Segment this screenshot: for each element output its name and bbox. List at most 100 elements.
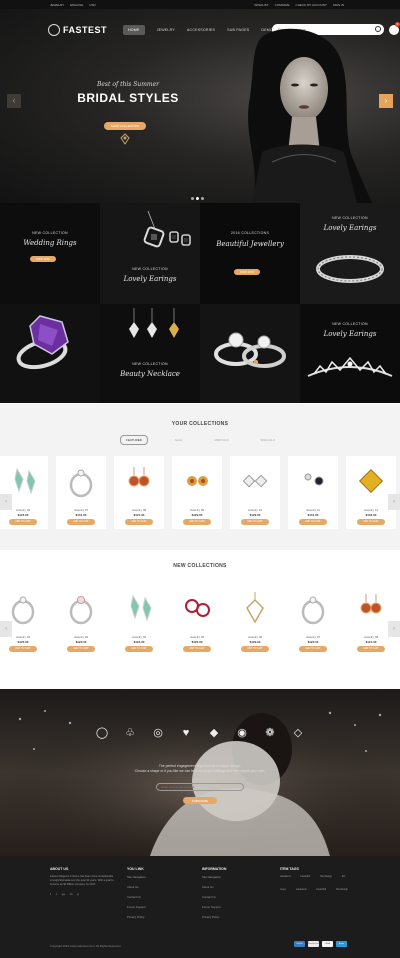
add-to-cart-button[interactable]: ADD TO CART	[67, 646, 95, 652]
product-image[interactable]	[351, 588, 391, 628]
product-image[interactable]	[293, 588, 333, 628]
hero-prev-arrow-icon[interactable]: ‹	[7, 94, 21, 108]
banner-beauty-necklace[interactable]: NEW COLLECTION Beauty Necklace	[100, 304, 200, 403]
diamond-stone-icon[interactable]: ◆	[207, 726, 221, 740]
product-card[interactable]: Jewelry 07 $131.00 ADD TO CART	[56, 456, 106, 529]
product-name[interactable]: Jewelry 04	[114, 635, 164, 639]
google-plus-icon[interactable]: g+	[62, 892, 65, 896]
product-card[interactable]: Jewelry 05 $120.00 ADD TO CART	[172, 583, 222, 656]
product-card[interactable]: Jewelry 11 $131.00 ADD TO CART	[288, 456, 338, 529]
add-to-cart-button[interactable]: ADD TO CART	[241, 646, 269, 652]
product-name[interactable]: Jewelry 07	[56, 508, 106, 512]
tag-link[interactable]: beautiful	[316, 888, 326, 891]
signin-link[interactable]: SIGN IN	[333, 3, 344, 7]
banner-wedding-rings[interactable]: NEW COLLECTION Wedding Rings SHOP NOW	[0, 203, 100, 304]
banner-beautiful-jewellery[interactable]: 2016 COLLECTIONS Beautiful Jewellery SHO…	[200, 203, 300, 304]
compare-link[interactable]: COMPARE	[275, 3, 290, 7]
tab-sale[interactable]: SALE	[170, 436, 188, 444]
product-image[interactable]	[293, 461, 333, 501]
account-link[interactable]: CHECK MY ACCOUNT	[296, 3, 327, 7]
shop-now-button[interactable]: SHOP NOW	[234, 269, 260, 275]
pinterest-icon[interactable]: p	[77, 892, 79, 896]
footer-link[interactable]: Privacy Policy	[202, 915, 226, 919]
add-to-cart-button[interactable]: ADD TO CART	[357, 646, 385, 652]
product-name[interactable]: Jewelry 02	[56, 635, 106, 639]
hero-dot[interactable]	[191, 197, 194, 200]
banner-lovely-earings-1[interactable]: NEW COLLECTION Lovely Earings	[300, 203, 400, 304]
tab-specials[interactable]: SPECIALS	[255, 436, 280, 444]
product-image[interactable]	[61, 461, 101, 501]
search-icon[interactable]	[375, 26, 381, 32]
tag-link[interactable]: flat design	[336, 888, 348, 891]
add-to-cart-button[interactable]: ADD TO CART	[9, 646, 37, 652]
product-name[interactable]: Jewelry 08	[114, 508, 164, 512]
product-card[interactable]: Jewelry 02 $120.00 ADD TO CART	[56, 583, 106, 656]
product-name[interactable]: Jewelry 09	[172, 508, 222, 512]
product-card[interactable]: Jewelry 04 $124.00 ADD TO CART	[0, 456, 48, 529]
email-field[interactable]	[156, 783, 244, 791]
product-image[interactable]	[119, 461, 159, 501]
add-to-cart-button[interactable]: ADD TO CART	[9, 519, 37, 525]
banner-amethyst-ring[interactable]	[0, 304, 100, 403]
banner-pendants[interactable]: NEW COLLECTION Lovely Earings	[100, 203, 200, 304]
product-image[interactable]	[177, 588, 217, 628]
product-card[interactable]: Jewelry 07 $120.00 ADD TO CART	[288, 583, 338, 656]
product-image[interactable]	[119, 588, 159, 628]
ring-stone-icon[interactable]: ◉	[235, 726, 249, 740]
heart-stone-icon[interactable]: ♥	[179, 726, 193, 740]
wishlist-link[interactable]: WISHLIST	[254, 3, 268, 7]
currency-select[interactable]: JEWELRY	[50, 3, 64, 7]
footer-link[interactable]: About Us	[202, 885, 226, 889]
linkedin-icon[interactable]: in	[70, 892, 72, 896]
tab-arrivals[interactable]: ARRIVALS	[209, 436, 234, 444]
tag-link[interactable]: beautiful	[300, 875, 310, 878]
product-image[interactable]	[235, 461, 275, 501]
add-to-cart-button[interactable]: ADD TO CART	[241, 519, 269, 525]
collections-next-arrow-icon[interactable]: ›	[388, 494, 400, 510]
product-card[interactable]: Jewelry 04 $124.00 ADD TO CART	[114, 583, 164, 656]
logo[interactable]: FASTEST	[48, 24, 107, 36]
ring-shape-icon[interactable]: ◯	[95, 726, 109, 740]
shop-collection-button[interactable]: SHOP COLLECTION	[104, 122, 146, 130]
product-image[interactable]	[177, 461, 217, 501]
banner-diamond-rings[interactable]	[200, 304, 300, 403]
product-name[interactable]: Jewelry 06	[230, 635, 280, 639]
product-card[interactable]: Jewelry 09 $129.00 ADD TO CART	[172, 456, 222, 529]
footer-link[interactable]: Site Navigation	[127, 875, 146, 879]
product-name[interactable]: Jewelry 07	[288, 635, 338, 639]
menu-item-accessories[interactable]: ACCESSORIES	[187, 28, 215, 32]
product-card[interactable]: Jewelry 06 $129.00 ADD TO CART	[230, 583, 280, 656]
tag-link[interactable]: more	[280, 888, 286, 891]
hero-dot[interactable]	[201, 197, 204, 200]
tab-featured[interactable]: FEATURED	[120, 435, 148, 445]
add-to-cart-button[interactable]: ADD TO CART	[67, 519, 95, 525]
region-select[interactable]: USD	[89, 3, 95, 7]
new-collections-next-arrow-icon[interactable]: ›	[388, 621, 400, 637]
flower-stone-icon[interactable]: ❁	[263, 726, 277, 740]
product-card[interactable]: Jewelry 01 $120.00 ADD TO CART	[0, 583, 48, 656]
product-card[interactable]: Jewelry 10 $129.00 ADD TO CART	[230, 456, 280, 529]
subscribe-button[interactable]: SUBSCRIBE	[183, 797, 217, 804]
product-image[interactable]	[61, 588, 101, 628]
add-to-cart-button[interactable]: ADD TO CART	[299, 646, 327, 652]
tag-link[interactable]: list	[342, 875, 345, 878]
footer-link[interactable]: Forum Support	[127, 905, 146, 909]
banner-lovely-earings-2[interactable]: NEW COLLECTION Lovely Earings	[300, 304, 400, 403]
product-card[interactable]: Jewelry 08 $121.00 ADD TO CART	[114, 456, 164, 529]
tag-link[interactable]: weekend	[296, 888, 306, 891]
menu-item-home[interactable]: HOME	[123, 25, 145, 35]
facebook-icon[interactable]: f	[50, 892, 51, 896]
footer-link[interactable]: About Us	[127, 885, 146, 889]
round-stone-icon[interactable]: ◎	[151, 726, 165, 740]
footer-link[interactable]: Forum Support	[202, 905, 226, 909]
add-to-cart-button[interactable]: ADD TO CART	[125, 646, 153, 652]
hero-dot-active[interactable]	[196, 197, 199, 200]
menu-item-jewelry[interactable]: JEWELRY	[157, 28, 175, 32]
shop-now-button[interactable]: SHOP NOW	[30, 256, 56, 262]
add-to-cart-button[interactable]: ADD TO CART	[183, 519, 211, 525]
product-image[interactable]	[235, 588, 275, 628]
pendant-shape-icon[interactable]: ♧	[123, 726, 137, 740]
product-card[interactable]: Jewelry 08 $121.00 ADD TO CART	[346, 583, 396, 656]
footer-link[interactable]: Privacy Policy	[127, 915, 146, 919]
product-name[interactable]: Jewelry 10	[230, 508, 280, 512]
